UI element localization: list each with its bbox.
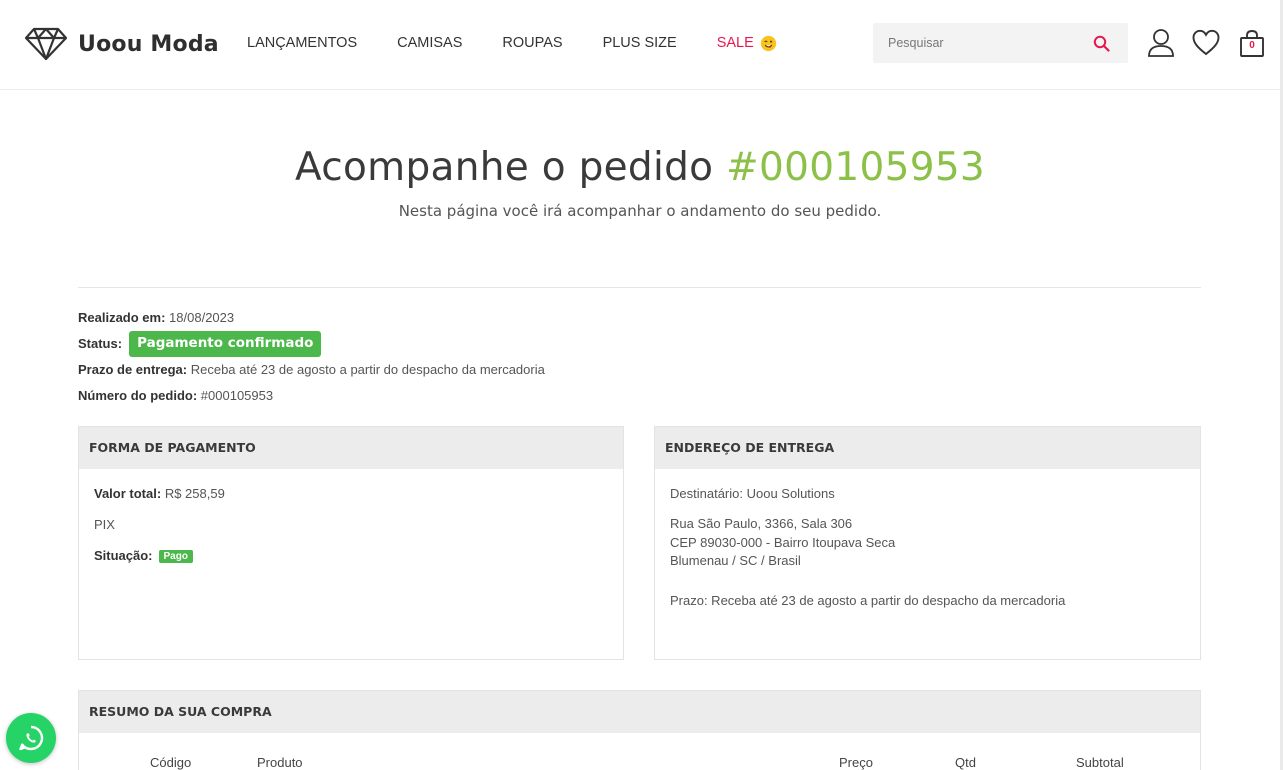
payment-panel: FORMA DE PAGAMENTO Valor total: R$ 258,5… [78,426,624,660]
order-delivery: Prazo de entrega: Receba até 23 de agost… [78,362,545,378]
address-line-3: Blumenau / SC / Brasil [670,553,801,568]
column-header-qtd: Qtd [955,755,976,770]
search-input[interactable] [873,23,1083,63]
page-subtitle: Nesta página você irá acompanhar o andam… [398,202,882,220]
payment-panel-heading: FORMA DE PAGAMENTO [79,427,623,469]
payment-status-badge: Pago [158,550,193,563]
payment-method: PIX [94,517,115,532]
summary-panel: RESUMO DA SUA COMPRA Código Produto Preç… [78,690,1201,770]
whatsapp-icon [19,725,44,751]
address-recipient: Destinatário: Uoou Solutions [670,486,835,501]
payment-total-label: Valor total: [94,486,162,501]
payment-situation: Situação: Pago [94,548,193,563]
address-deadline: Prazo: Receba até 23 de agosto a partir … [670,593,1066,608]
nav-item-lancamentos[interactable]: LANÇAMENTOS [247,33,357,53]
search-box [873,23,1128,63]
cart-count: 0 [1249,40,1255,51]
divider [78,287,1201,288]
page-title: Acompanhe o pedido #000105953 [0,145,1280,190]
order-number-label: Número do pedido: [78,388,198,403]
brand-logo[interactable]: Uoou Moda [24,26,219,62]
order-placed-label: Realizado em: [78,310,166,325]
diamond-logo-icon [24,27,68,61]
heart-icon[interactable] [1191,27,1221,59]
brand-name: Uoou Moda [78,31,219,57]
payment-total: Valor total: R$ 258,59 [94,486,225,501]
order-number: Número do pedido: #000105953 [78,388,273,404]
user-icon[interactable] [1146,27,1176,59]
column-header-codigo: Código [150,755,192,770]
address-line-1: Rua São Paulo, 3366, Sala 306 [670,516,853,531]
order-delivery-label: Prazo de entrega: [78,362,188,377]
order-placed-value: 18/08/2023 [169,310,235,325]
order-placed-date: Realizado em: 18/08/2023 [78,310,234,326]
status-badge: Pagamento confirmado [129,331,322,357]
nav-item-plus-size[interactable]: PLUS SIZE [603,33,677,53]
summary-panel-heading: RESUMO DA SUA COMPRA [79,691,1200,733]
nav-item-sale-label: SALE [716,35,754,51]
page-title-text: Acompanhe o pedido [294,145,714,190]
address-panel: ENDEREÇO DE ENTREGA Destinatário: Uoou S… [654,426,1201,660]
payment-situation-label: Situação: [94,548,153,563]
column-header-subtotal: Subtotal [1076,755,1124,770]
address-panel-heading: ENDEREÇO DE ENTREGA [655,427,1200,469]
order-status: Status: Pagamento confirmado [78,331,322,357]
site-header: Uoou Moda LANÇAMENTOS CAMISAS ROUPAS PLU… [0,0,1280,90]
search-icon[interactable] [1093,35,1110,52]
order-status-label: Status: [78,336,123,351]
page-title-order-number: #000105953 [726,145,986,190]
column-header-produto: Produto [257,755,303,770]
nav-item-sale[interactable]: SALE [717,33,777,53]
main-nav: LANÇAMENTOS CAMISAS ROUPAS PLUS SIZE SAL… [247,33,817,53]
order-number-value: #000105953 [200,388,274,403]
whatsapp-button[interactable] [6,713,56,763]
nav-item-camisas[interactable]: CAMISAS [397,33,462,53]
order-delivery-value: Receba até 23 de agosto a partir do desp… [190,362,545,377]
column-header-preco: Preço [839,755,873,770]
winking-face-emoji-icon [760,35,776,51]
nav-item-roupas[interactable]: ROUPAS [502,33,562,53]
payment-total-value: R$ 258,59 [164,486,225,501]
address-line-2: CEP 89030-000 - Bairro Itoupava Seca [670,535,896,550]
